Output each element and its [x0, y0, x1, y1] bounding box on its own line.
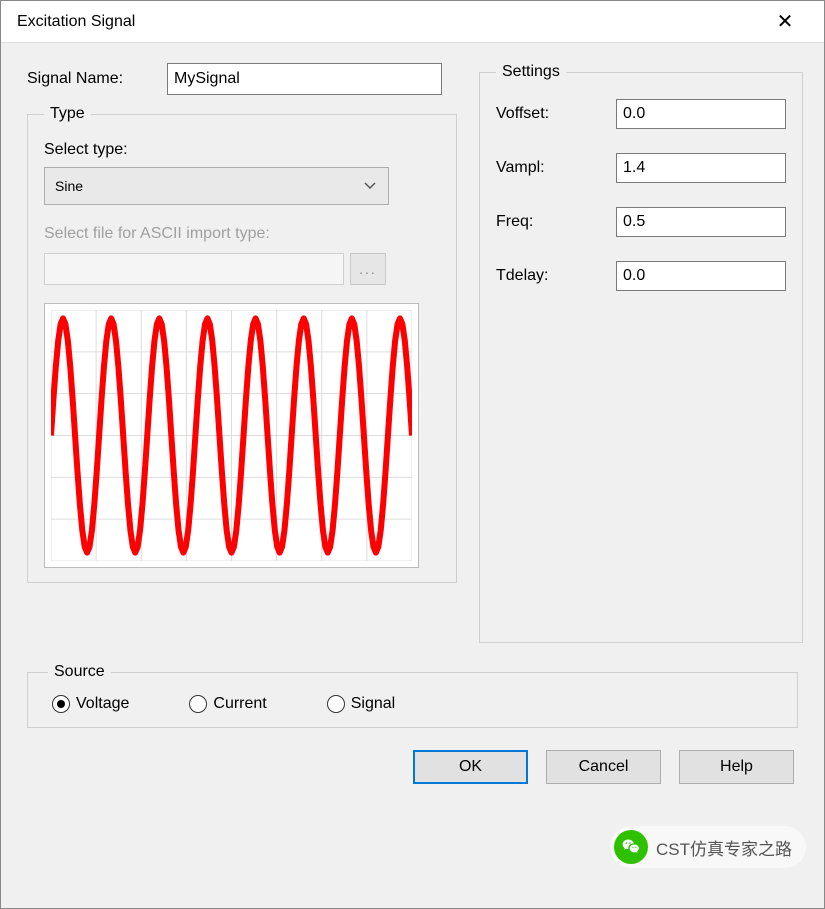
dialog-window: Excitation Signal ✕ Signal Name: Type Se… [0, 0, 825, 909]
radio-label: Signal [351, 695, 395, 713]
watermark: CST仿真专家之路 [610, 826, 806, 868]
type-group: Type Select type: Sine Select file for A… [27, 105, 457, 583]
settings-legend: Settings [496, 63, 566, 81]
help-button[interactable]: Help [679, 750, 794, 784]
file-path-input [44, 253, 344, 285]
radio-icon [189, 695, 207, 713]
close-icon: ✕ [777, 9, 794, 34]
voffset-label: Voffset: [496, 105, 616, 123]
dialog-body: Signal Name: Type Select type: Sine Sele… [1, 43, 824, 804]
radio-label: Current [213, 695, 266, 713]
title-bar: Excitation Signal ✕ [1, 1, 824, 43]
freq-input[interactable] [616, 207, 786, 237]
settings-group: Settings Voffset: Vampl: Freq: Tdel [479, 63, 803, 643]
source-radio-signal[interactable]: Signal [327, 695, 395, 713]
source-radio-current[interactable]: Current [189, 695, 266, 713]
tdelay-input[interactable] [616, 261, 786, 291]
radio-label: Voltage [76, 695, 129, 713]
plot-svg [51, 310, 412, 561]
watermark-text: CST仿真专家之路 [656, 835, 792, 860]
type-select[interactable]: Sine [44, 167, 389, 205]
vampl-label: Vampl: [496, 159, 616, 177]
ellipsis-icon: ... [359, 261, 377, 277]
vampl-input[interactable] [616, 153, 786, 183]
source-legend: Source [48, 663, 111, 681]
radio-icon [52, 695, 70, 713]
close-button[interactable]: ✕ [762, 1, 808, 42]
cancel-button[interactable]: Cancel [546, 750, 661, 784]
source-radio-voltage[interactable]: Voltage [52, 695, 129, 713]
signal-name-label: Signal Name: [27, 70, 167, 88]
source-group: Source Voltage Current Signal [27, 663, 798, 728]
signal-preview-plot [44, 303, 419, 568]
ok-button[interactable]: OK [413, 750, 528, 784]
voffset-input[interactable] [616, 99, 786, 129]
signal-name-input[interactable] [167, 63, 442, 95]
chevron-down-icon [364, 180, 376, 192]
freq-label: Freq: [496, 213, 616, 231]
radio-icon [327, 695, 345, 713]
wechat-icon [614, 830, 648, 864]
type-legend: Type [44, 105, 91, 123]
file-import-label: Select file for ASCII import type: [44, 225, 440, 243]
select-type-label: Select type: [44, 141, 440, 159]
window-title: Excitation Signal [17, 13, 762, 31]
browse-button: ... [350, 253, 386, 285]
tdelay-label: Tdelay: [496, 267, 616, 285]
type-select-value: Sine [55, 178, 83, 194]
